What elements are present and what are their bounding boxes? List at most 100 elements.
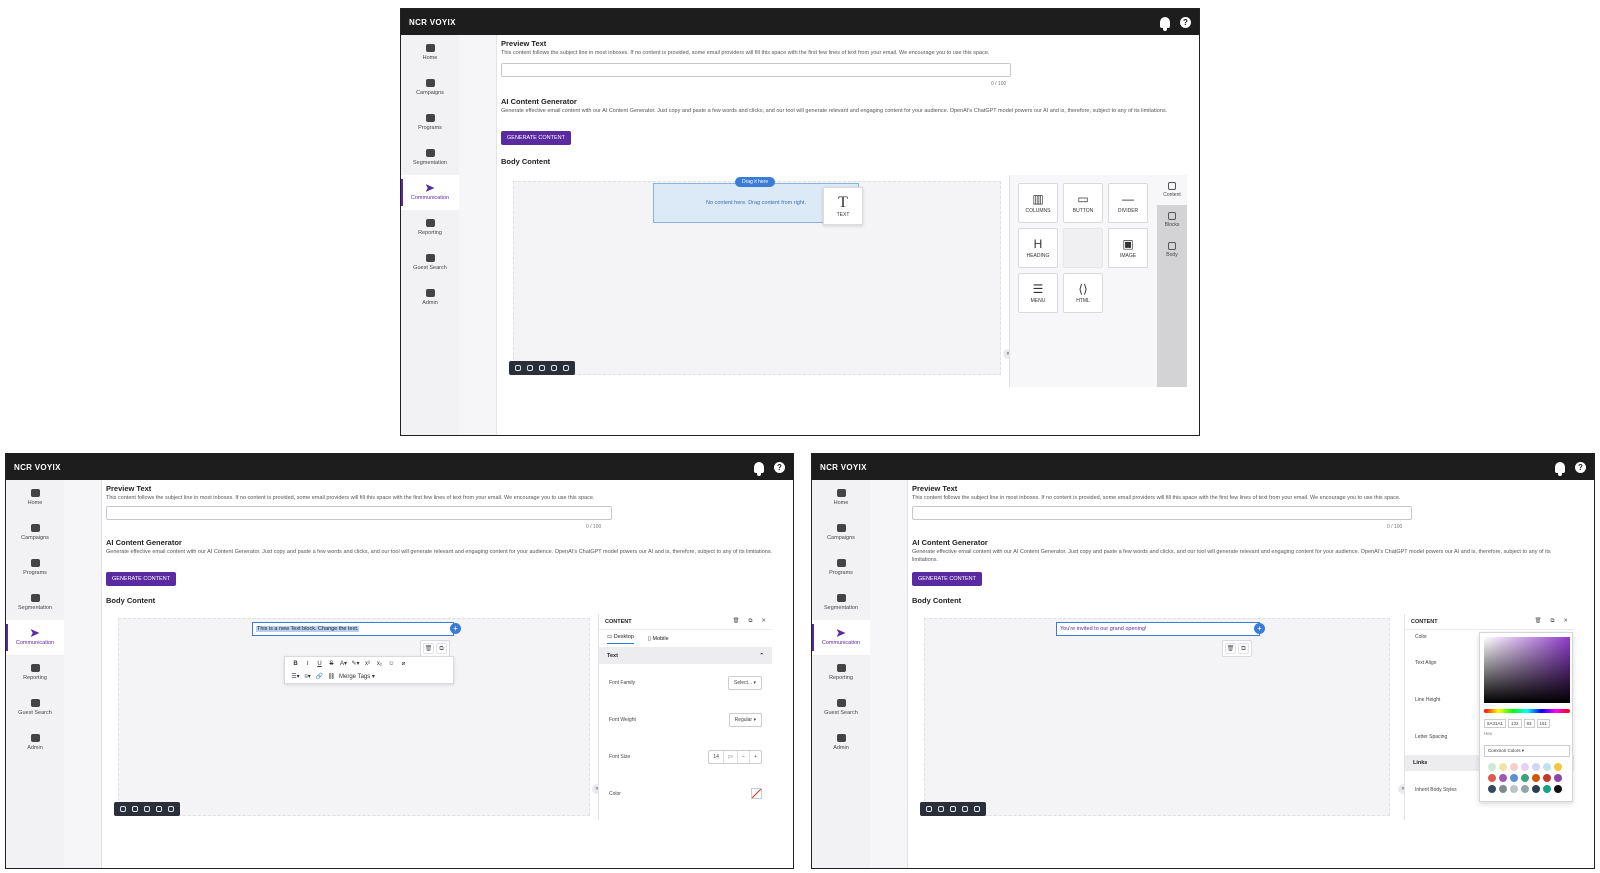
hue-slider[interactable] [1484,709,1570,713]
delete-icon[interactable]: 🗑 [1225,643,1236,654]
saturation-value-area[interactable] [1484,637,1570,703]
font-size-stepper[interactable]: 14 px − + [708,749,762,764]
link-icon[interactable]: 🔗 [315,673,324,680]
preview-eye-icon[interactable] [539,365,545,371]
emoji-icon[interactable]: ☺ [387,661,396,667]
rail-tab-content[interactable]: Content [1157,175,1187,205]
tab-mobile[interactable]: ▯ Mobile [648,636,669,642]
merge-tags-dropdown[interactable]: Merge Tags ▾ [339,673,375,680]
color-swatch[interactable] [1499,774,1507,782]
color-swatch[interactable] [1510,763,1518,771]
nav-item-reporting[interactable]: Reporting [6,655,64,690]
plus-icon[interactable]: + [750,751,761,763]
hex-input[interactable]: 8A31A1 [1484,719,1507,728]
nav-item-reporting[interactable]: Reporting [401,210,459,245]
color-swatch[interactable] [1554,774,1562,782]
desktop-view-icon[interactable] [551,365,557,371]
font-weight-select[interactable]: Regular ▾ [728,712,762,727]
green-input[interactable]: 83 [1523,719,1535,728]
color-swatch[interactable] [1543,774,1551,782]
delete-icon[interactable]: 🗑 [423,643,434,654]
nav-item-admin[interactable]: Admin [401,280,459,315]
preview-text-input[interactable] [106,506,612,520]
tool-divider[interactable]: — DIVIDER [1108,183,1148,223]
bullet-list-icon[interactable]: ☰▾ [291,673,300,680]
color-swatch[interactable] [1543,763,1551,771]
undo-icon[interactable] [515,365,521,371]
color-swatch[interactable] [1499,763,1507,771]
tool-heading[interactable]: H HEADING [1018,228,1058,268]
email-canvas[interactable] [118,618,590,816]
color-swatch[interactable] [1488,785,1496,793]
nav-item-campaigns[interactable]: Campaigns [6,515,64,550]
redo-icon[interactable] [938,806,944,812]
bold-icon[interactable]: B [291,661,300,667]
color-swatch-none[interactable] [751,788,762,799]
nav-item-guest-search[interactable]: Guest Search [6,690,64,725]
nav-item-home[interactable]: Home [6,480,64,515]
selected-text-block[interactable]: This is a new Text block. Change the tex… [252,622,454,636]
blue-input[interactable]: 161 [1536,719,1551,728]
color-swatch[interactable] [1554,763,1562,771]
nav-item-home[interactable]: Home [401,35,459,70]
nav-item-segmentation[interactable]: Segmentation [6,585,64,620]
tool-columns[interactable]: ▥ COLUMNS [1018,183,1058,223]
nav-item-programs[interactable]: Programs [6,550,64,585]
nav-item-communication[interactable]: Communication [401,175,459,210]
color-swatch[interactable] [1532,785,1540,793]
unlink-icon[interactable]: ⛓ [327,673,336,680]
numbered-list-icon[interactable]: ≡▾ [303,673,312,680]
highlight-icon[interactable]: ✎▾ [351,660,360,667]
heading-block[interactable]: You're invited to our grand opening! [1056,622,1260,636]
nav-item-campaigns[interactable]: Campaigns [401,70,459,105]
preview-eye-icon[interactable] [950,806,956,812]
color-swatch[interactable] [1510,774,1518,782]
minus-icon[interactable]: − [738,750,751,763]
rail-tab-body[interactable]: Body [1157,235,1187,265]
underline-icon[interactable]: U [315,661,324,667]
preview-text-input[interactable] [501,63,1011,77]
mobile-view-icon[interactable] [168,806,174,812]
text-color-icon[interactable]: A▾ [339,660,348,667]
clear-format-icon[interactable]: ⌀ [399,660,408,667]
nav-item-admin[interactable]: Admin [812,725,870,760]
nav-item-guest-search[interactable]: Guest Search [812,690,870,725]
generate-content-button[interactable]: GENERATE CONTENT [912,572,982,586]
color-swatch[interactable] [1488,774,1496,782]
nav-item-guest-search[interactable]: Guest Search [401,245,459,280]
duplicate-icon[interactable]: ⧉ [1550,618,1554,625]
nav-item-campaigns[interactable]: Campaigns [812,515,870,550]
color-swatch[interactable] [1543,785,1551,793]
help-icon[interactable]: ? [1180,16,1191,28]
text-section-header[interactable]: Text ⌃ [599,648,772,664]
nav-item-home[interactable]: Home [812,480,870,515]
duplicate-icon[interactable]: ⧉ [436,643,447,654]
email-canvas[interactable] [924,618,1390,816]
desktop-view-icon[interactable] [962,806,968,812]
color-swatch[interactable] [1521,774,1529,782]
red-input[interactable]: 132 [1508,719,1522,728]
undo-icon[interactable] [120,806,126,812]
preview-eye-icon[interactable] [144,806,150,812]
color-swatch[interactable] [1532,763,1540,771]
color-swatch[interactable] [1554,785,1562,793]
help-icon[interactable]: ? [1575,461,1586,473]
notification-bell-icon[interactable] [754,461,764,476]
dragging-text-tile[interactable]: T TEXT [823,187,863,225]
generate-content-button[interactable]: GENERATE CONTENT [106,572,176,586]
mobile-view-icon[interactable] [563,365,569,371]
color-swatch[interactable] [1488,763,1496,771]
nav-item-segmentation[interactable]: Segmentation [812,585,870,620]
nav-item-programs[interactable]: Programs [401,105,459,140]
close-icon[interactable]: ✕ [761,618,766,625]
close-icon[interactable]: ✕ [1563,618,1568,625]
desktop-view-icon[interactable] [156,806,162,812]
nav-item-programs[interactable]: Programs [812,550,870,585]
notification-bell-icon[interactable] [1160,16,1170,31]
duplicate-icon[interactable]: ⧉ [1238,643,1249,654]
add-block-handle-icon[interactable]: + [1254,623,1265,634]
tool-image[interactable]: ▣ IMAGE [1108,228,1148,268]
common-colors-select[interactable]: Common Colors ▾ [1484,745,1570,757]
tab-desktop[interactable]: ▭ Desktop [607,634,634,644]
nav-item-communication[interactable]: Communication [6,620,64,655]
